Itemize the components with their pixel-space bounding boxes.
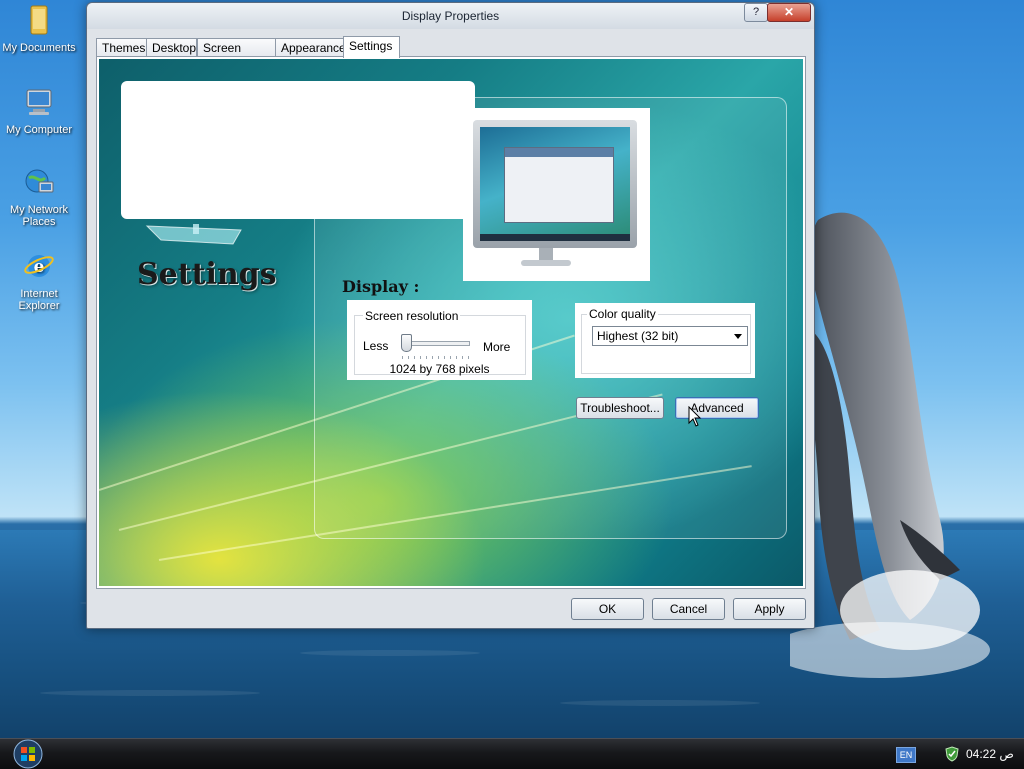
desktop-icon-my-documents[interactable]: My Documents — [0, 4, 78, 54]
start-button-icon[interactable] — [10, 739, 46, 769]
security-shield-icon[interactable] — [944, 746, 960, 762]
internet-explorer-icon: e — [24, 255, 54, 277]
settings-panel: Settings Display : Screen resolution Les… — [96, 56, 806, 589]
computer-icon — [26, 89, 52, 115]
monitor-graphic — [473, 120, 637, 248]
desktop-icon-label: My Computer — [5, 124, 73, 136]
desktop-icon-my-network-places[interactable]: My Network Places — [0, 166, 78, 228]
color-quality-legend: Color quality — [587, 307, 658, 321]
display-label: Display : — [342, 277, 420, 296]
help-button[interactable]: ? — [744, 3, 768, 22]
slider-ticks — [402, 356, 470, 359]
troubleshoot-button[interactable]: Troubleshoot... — [576, 397, 664, 419]
cancel-button[interactable]: Cancel — [652, 598, 725, 620]
tab-desktop[interactable]: Desktop — [146, 38, 197, 57]
language-indicator[interactable]: EN — [896, 747, 916, 763]
settings-heading: Settings — [137, 257, 277, 292]
display-properties-window: Display Properties ? ✕ Themes Desktop Sc… — [86, 2, 815, 629]
wave — [40, 690, 260, 696]
resolution-slider-thumb[interactable] — [401, 334, 412, 352]
less-label: Less — [363, 339, 389, 353]
dolphin-image — [790, 212, 990, 678]
clock[interactable]: 04:22 ص — [966, 747, 1014, 761]
dropdown-arrow-icon — [734, 334, 742, 339]
title-bar[interactable]: Display Properties ? ✕ — [87, 3, 814, 29]
tab-screen-saver[interactable]: Screen Saver — [197, 38, 276, 73]
monitor-preview — [463, 108, 650, 281]
wave — [560, 700, 760, 706]
tab-appearance[interactable]: Appearance — [275, 38, 346, 57]
desktop-icon-label: My Network Places — [9, 204, 69, 228]
color-quality-value: Highest (32 bit) — [597, 329, 679, 343]
screen-resolution-group: Screen resolution Less More 1024 by 768 … — [347, 300, 532, 380]
folder-icon — [30, 5, 48, 35]
panel-artwork: Settings Display : Screen resolution Les… — [99, 59, 803, 586]
close-button[interactable]: ✕ — [767, 3, 811, 22]
monitor-screen — [480, 127, 630, 241]
desktop-icon-label: My Documents — [2, 42, 76, 54]
apply-button[interactable]: Apply — [733, 598, 806, 620]
color-quality-group: Color quality Highest (32 bit) — [575, 303, 755, 378]
resolution-slider-track[interactable] — [402, 341, 470, 346]
resolution-value: 1024 by 768 pixels — [389, 362, 490, 376]
taskbar: EN 04:22 ص — [0, 738, 1024, 769]
wave — [300, 650, 480, 656]
window-title: Display Properties — [401, 9, 500, 23]
info-box — [121, 81, 475, 219]
color-quality-select[interactable]: Highest (32 bit) — [592, 326, 748, 346]
desktop-icon-label: Internet Explorer — [18, 288, 60, 312]
ok-button[interactable]: OK — [571, 598, 644, 620]
desktop-icon-internet-explorer[interactable]: e Internet Explorer — [0, 250, 78, 312]
mouse-cursor-icon — [688, 406, 702, 427]
stand-graphic — [145, 224, 242, 245]
desktop-icon-my-computer[interactable]: My Computer — [0, 86, 78, 136]
more-label: More — [483, 340, 511, 354]
screen-resolution-legend: Screen resolution — [363, 309, 461, 323]
tab-settings[interactable]: Settings — [343, 36, 400, 58]
mini-window — [504, 147, 614, 223]
tab-themes[interactable]: Themes — [96, 38, 147, 57]
network-icon — [25, 169, 54, 193]
